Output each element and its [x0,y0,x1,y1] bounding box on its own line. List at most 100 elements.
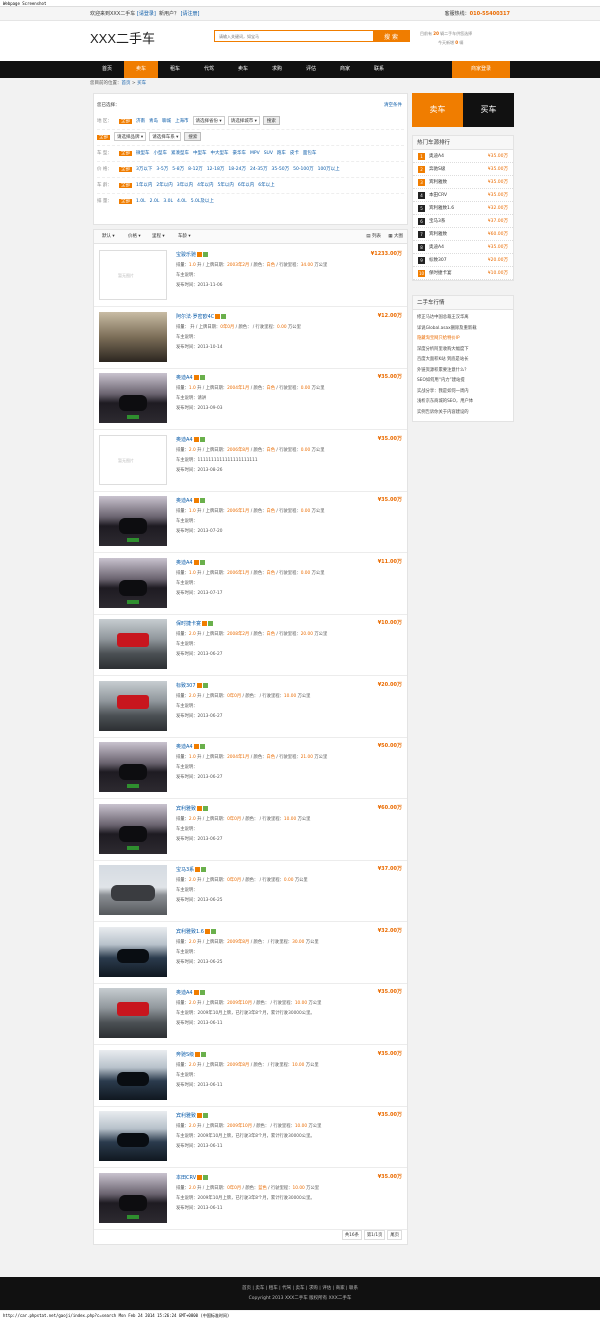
grid-view-toggle[interactable]: ▦ 大图 [388,230,403,243]
filter-all-tag[interactable]: 全部 [119,183,132,188]
rank-car-name[interactable]: 保时捷卡宴 [429,271,452,276]
filter-option[interactable]: 豪华车 [233,151,247,156]
breadcrumb-current[interactable]: 买车 [137,81,146,86]
car-photo[interactable] [99,619,167,669]
rank-item[interactable]: 9 标致307 ¥20.00万 [413,254,513,267]
nav-driver[interactable]: 代驾 [192,61,226,78]
rank-item[interactable]: 3 宾利雅致 ¥35.00万 [413,176,513,189]
news-item[interactable]: 实例告诉你关于内容建设的 [413,408,513,419]
filter-option[interactable]: 青岛 [149,119,158,124]
nav-wanted[interactable]: 求购 [260,61,294,78]
nav-sell[interactable]: 卖车 [226,61,260,78]
car-listing[interactable]: 奥迪A4 排量：1.0 升 / 上牌日期：2006年1月 / 颜色：白色 / 行驶… [94,552,407,615]
rank-car-name[interactable]: 奔驰S级 [429,167,445,172]
car-name[interactable]: 宝马3系 [176,867,194,873]
rank-item[interactable]: 2 奔驰S级 ¥35.00万 [413,163,513,176]
filter-option[interactable]: 50-100万 [293,167,313,172]
filter-option[interactable]: 皮卡 [290,151,299,156]
filter-option[interactable]: 24-35万 [250,167,268,172]
rank-car-name[interactable]: 奥迪A4 [429,154,444,159]
breadcrumb-home[interactable]: 首页 [122,81,131,86]
car-photo[interactable]: 暂无图片 [99,250,167,300]
filter-option[interactable]: 4.0L [177,199,187,204]
city-select[interactable]: 请选择城市 ▾ [227,116,260,125]
login-link[interactable]: [请登录] [137,11,156,17]
filter-option[interactable]: 5.0L及以上 [191,199,214,204]
news-item[interactable]: 深度分析阿里收购大幅度下 [413,345,513,356]
car-listing[interactable]: 本田CRV 排量：2.0 升 / 上牌日期：0年0月 / 颜色：蓝色 / 行驶里程… [94,1167,407,1230]
sort-year[interactable]: 车龄 ▾ [178,230,191,243]
filter-option[interactable]: 5-8万 [172,167,184,172]
car-photo[interactable]: 暂无图片 [99,434,167,485]
register-link[interactable]: [请注册] [181,11,200,17]
filter-option[interactable]: 2年以内 [156,183,172,188]
sell-car-tab[interactable]: 卖车 [412,93,463,127]
car-name[interactable]: 宾利雅致 [176,806,196,812]
news-item[interactable]: 浅析京东商城的SEO，用户体 [413,397,513,408]
filter-option[interactable]: 3万以下 [136,167,152,172]
car-listing[interactable]: 奔驰S级 排量：2.0 升 / 上牌日期：2009年8月 / 颜色： / 行驶里程… [94,1044,407,1107]
rank-item[interactable]: 1 奥迪A4 ¥35.00万 [413,150,513,163]
series-select[interactable]: 请选择车系 ▾ [149,132,182,141]
car-photo[interactable] [99,988,167,1038]
rank-item[interactable]: 8 奥迪A4 ¥35.00万 [413,241,513,254]
car-listing[interactable]: 暂无图片 宝骏乐驰 排量：1.0 升 / 上牌日期：2003年2月 / 颜色：白色 … [94,244,407,307]
car-photo[interactable] [99,1049,167,1100]
car-listing[interactable]: 奥迪A4 排量：1.0 升 / 上牌日期：2004年1月 / 颜色：白色 / 行驶… [94,736,407,799]
car-listing[interactable]: 奥迪A4 排量：2.0 升 / 上牌日期：2009年10月 / 颜色： / 行驶里… [94,982,407,1045]
car-name[interactable]: 奥迪A4 [176,437,193,443]
filter-option[interactable]: 5年以内 [218,183,234,188]
filter-option[interactable]: 4年以内 [197,183,213,188]
car-name[interactable]: 标致307 [176,683,196,689]
car-photo[interactable] [99,557,167,608]
car-listing[interactable]: 宾利雅致 排量：2.0 升 / 上牌日期：2009年10月 / 颜色： / 行驶里… [94,1105,407,1168]
car-name[interactable]: 奥迪A4 [176,560,193,566]
filter-option[interactable]: 3.0L [163,199,173,204]
filter-option[interactable]: 微型车 [136,151,150,156]
news-item[interactable]: 实战分享：我是如何一周内 [413,387,513,398]
buy-car-tab[interactable]: 买车 [463,93,514,127]
filter-option[interactable]: 18-24万 [228,167,246,172]
search-button[interactable]: 搜 索 [373,31,409,41]
nav-dealers[interactable]: 商家 [328,61,362,78]
filter-option[interactable]: 聊城 [162,119,171,124]
rank-item[interactable]: 6 宝马3系 ¥37.00万 [413,215,513,228]
clear-filters-link[interactable]: 清空条件 [384,98,402,114]
car-photo[interactable] [99,373,167,423]
filter-all-tag[interactable]: 全部 [119,167,132,172]
car-photo[interactable] [99,311,167,362]
filter-option[interactable]: 2.0L [150,199,160,204]
car-name[interactable]: 本田CRV [176,1175,196,1181]
filter-option[interactable]: 3年以内 [177,183,193,188]
car-listing[interactable]: 奥迪A4 排量：1.0 升 / 上牌日期：2006年1月 / 颜色：白色 / 行驶… [94,490,407,553]
filter-option[interactable]: 6年以内 [238,183,254,188]
rank-item[interactable]: 10 保时捷卡宴 ¥10.00万 [413,267,513,280]
car-listing[interactable]: 奥迪A4 排量：1.0 升 / 上牌日期：2004年1月 / 颜色：白色 / 行驶… [94,367,407,430]
filter-option[interactable]: 6年以上 [258,183,274,188]
sort-price[interactable]: 价格 ▾ [128,230,141,243]
car-name[interactable]: 宝骏乐驰 [176,252,196,258]
news-item[interactable]: 隐藏淘宝网只给特价IP [413,334,513,345]
filter-option[interactable]: 12-18万 [207,167,225,172]
car-photo[interactable] [99,496,167,546]
news-item[interactable]: 详说Global.asax删除及重新载 [413,324,513,335]
news-item[interactable]: 外链资源积累要注意什么？ [413,366,513,377]
rank-car-name[interactable]: 本田CRV [429,193,447,198]
filter-all-tag[interactable]: 全部 [119,151,132,156]
rank-car-name[interactable]: 宾利雅致 [429,232,447,237]
filter-option[interactable]: 面包车 [303,151,317,156]
filter-option[interactable]: 100万以上 [318,167,340,172]
car-photo[interactable] [99,926,167,977]
filter-all-tag[interactable]: 全部 [97,135,110,140]
rank-car-name[interactable]: 宝马3系 [429,219,445,224]
filter-option[interactable]: 中型车 [193,151,207,156]
car-name[interactable]: 阿尔法·罗密欧4C [176,314,214,320]
filter-option[interactable]: 上海市 [175,119,189,124]
car-photo[interactable] [99,742,167,792]
filter-option[interactable]: 1年以内 [136,183,152,188]
filter-option[interactable]: 8-12万 [188,167,203,172]
sort-default[interactable]: 默认 ▾ [102,230,115,243]
filter-option[interactable]: 1.0L [136,199,146,204]
car-listing[interactable]: 宾利雅致 排量：2.0 升 / 上牌日期：0年0月 / 颜色： / 行驶里程：10… [94,798,407,861]
car-photo[interactable] [99,865,167,915]
